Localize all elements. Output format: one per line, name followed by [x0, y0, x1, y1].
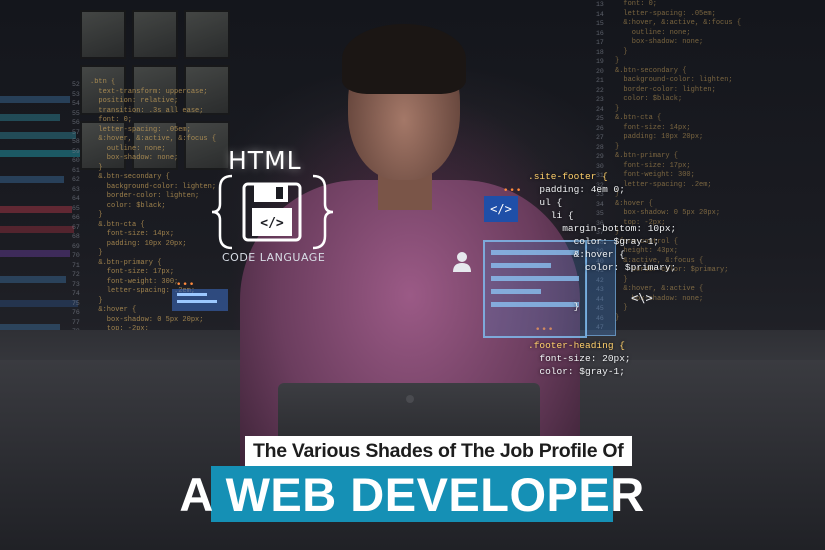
svg-text:</>: </> — [260, 216, 284, 231]
dots-decoration: ••• — [503, 186, 523, 196]
mini-holo-panel — [172, 289, 228, 311]
code-line: color: $primary; — [528, 262, 677, 273]
laptop — [278, 383, 540, 443]
headline-banner: A WEB DEVELOPER — [179, 466, 645, 522]
code-line: .site-footer { — [528, 171, 608, 182]
code-line: .footer-heading { — [528, 340, 625, 351]
hair — [342, 24, 466, 94]
code-tag-icon: </> — [484, 196, 518, 222]
floppy-disk-icon: </> — [211, 174, 334, 250]
dots-decoration: ••• — [176, 280, 196, 290]
code-language-label: CODE LANGUAGE — [222, 251, 326, 264]
code-line: ul { — [528, 197, 563, 208]
subtitle-banner: The Various Shades of The Job Profile Of — [245, 436, 632, 466]
footer-code-snippet: .site-footer { padding: 4em 0; ul { li {… — [528, 170, 676, 378]
code-line: color: $gray-1; — [528, 366, 625, 377]
code-line: padding: 4em 0; — [528, 184, 625, 195]
html-label: HTML — [228, 146, 302, 175]
code-line: li { — [528, 210, 574, 221]
user-icon — [453, 252, 471, 272]
code-line: font-size: 20px; — [528, 353, 631, 364]
code-line: } — [528, 301, 580, 312]
code-line: color: $gray-1; — [528, 236, 660, 247]
banner-image: 52 53 54 55 56 57 58 59 60 61 62 63 64 6… — [0, 0, 825, 550]
code-line: &:hover { — [528, 249, 625, 260]
code-line: margin-bottom: 10px; — [528, 223, 677, 234]
